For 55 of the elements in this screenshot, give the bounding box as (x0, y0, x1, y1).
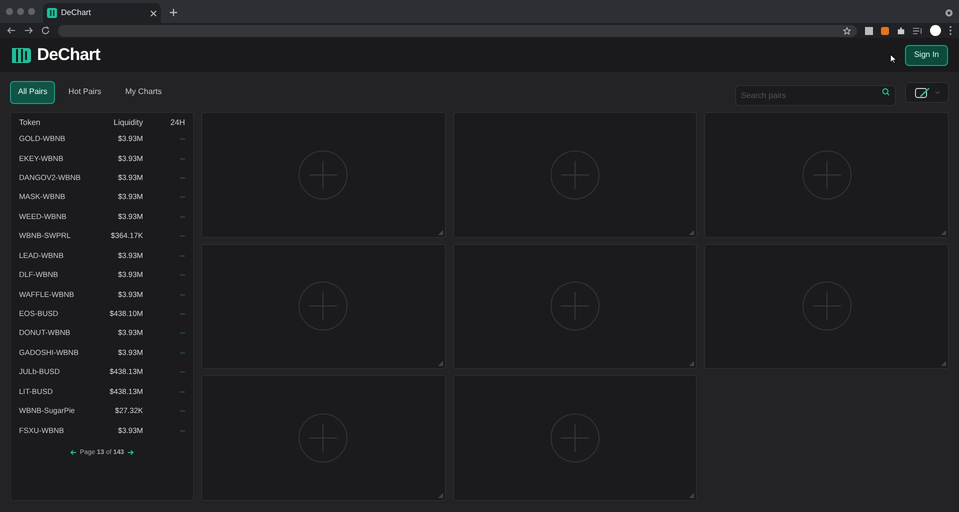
add-chart-icon[interactable] (550, 281, 600, 332)
pencil-icon (914, 86, 930, 98)
draw-tool-button[interactable] (905, 82, 949, 102)
empty-chart-slot[interactable] (452, 112, 698, 238)
app-logo[interactable]: DeChart (37, 42, 100, 68)
extension-icon[interactable] (865, 26, 873, 34)
search-field[interactable]: Search pairs (735, 84, 896, 106)
menu-icon[interactable] (949, 26, 952, 35)
column-header: 24H (169, 117, 185, 129)
back-icon[interactable] (7, 26, 16, 35)
playlist-icon[interactable] (913, 26, 922, 34)
logo-icon (11, 46, 31, 64)
add-chart-icon[interactable] (298, 150, 348, 200)
resize-handle-icon[interactable] (689, 492, 694, 498)
resize-handle-icon[interactable] (438, 230, 443, 235)
next-page-icon[interactable] (128, 450, 134, 456)
empty-chart-slot[interactable] (704, 112, 949, 238)
empty-chart-slot[interactable] (201, 112, 446, 238)
empty-chart-slot[interactable] (201, 375, 446, 501)
empty-chart-slot[interactable] (201, 244, 446, 370)
column-header: Liquidity (112, 117, 143, 129)
empty-chart-slot[interactable] (452, 244, 698, 370)
sign-in-button[interactable]: Sign In (905, 44, 948, 66)
empty-chart-slot[interactable] (704, 244, 949, 370)
tab-title: DeChart (61, 7, 92, 19)
previous-page-icon[interactable] (70, 450, 76, 456)
add-chart-icon[interactable] (298, 413, 348, 464)
profile-avatar[interactable] (930, 25, 941, 36)
tab[interactable]: Hot Pairs (57, 80, 112, 104)
new-tab-icon[interactable] (169, 8, 178, 17)
browser-tab[interactable]: DeChart (43, 3, 161, 23)
caret-icon (934, 90, 940, 94)
logo-icon (47, 8, 57, 18)
add-chart-icon[interactable] (550, 150, 600, 200)
star-icon[interactable] (843, 26, 851, 34)
empty-chart-slot[interactable] (452, 375, 698, 501)
add-chart-icon[interactable] (802, 281, 852, 332)
search-icon[interactable] (882, 88, 890, 96)
add-chart-icon[interactable] (550, 413, 600, 464)
tab[interactable]: My Charts (114, 80, 173, 104)
resize-handle-icon[interactable] (438, 361, 443, 366)
add-chart-icon[interactable] (298, 281, 348, 332)
resize-handle-icon[interactable] (438, 492, 443, 498)
cursor-icon (890, 54, 898, 64)
column-header: Token (19, 117, 42, 129)
add-chart-icon[interactable] (802, 150, 852, 200)
forward-icon[interactable] (24, 26, 33, 35)
tab[interactable]: All Pairs (10, 80, 56, 104)
resize-handle-icon[interactable] (941, 361, 946, 366)
close-icon[interactable] (150, 10, 157, 16)
reload-icon[interactable] (41, 26, 50, 35)
resize-handle-icon[interactable] (689, 230, 694, 235)
resize-handle-icon[interactable] (689, 361, 694, 366)
record-icon[interactable] (945, 9, 953, 17)
resize-handle-icon[interactable] (941, 230, 946, 235)
